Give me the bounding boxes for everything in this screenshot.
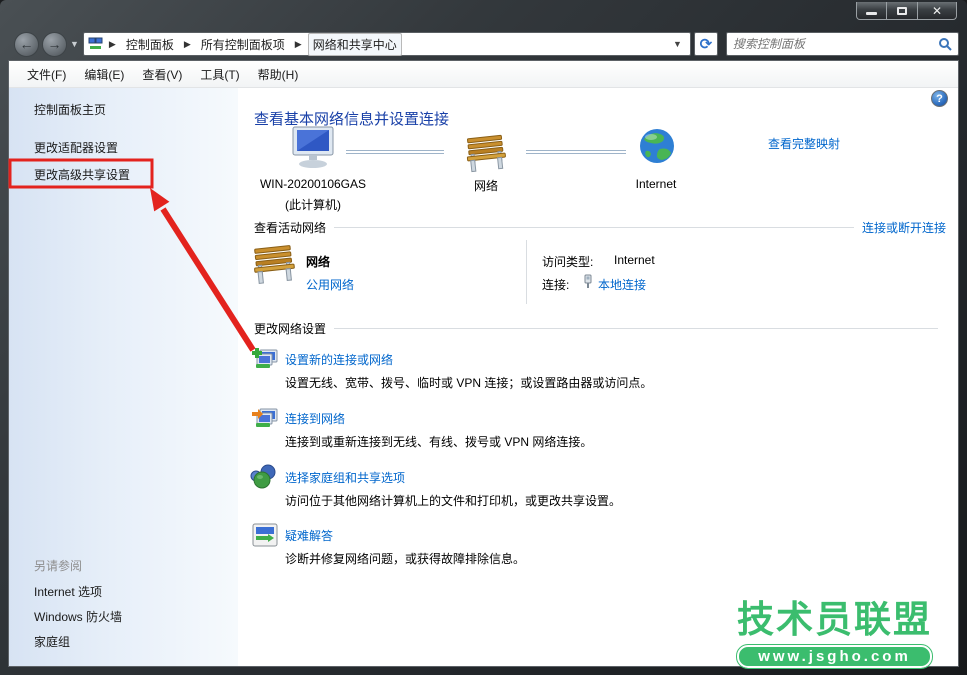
body-row: 控制面板主页 更改适配器设置 更改高级共享设置 另请参阅 Internet 选项… (9, 88, 958, 666)
connect-to-network-desc: 连接到或重新连接到无线、有线、拨号或 VPN 网络连接。 (285, 433, 592, 450)
main-content: 查看基本网络信息并设置连接 ? WIN-20200106GAS (此计算机) (238, 88, 958, 666)
navigation-bar: ← → ▼ ▶ 控制面板 ▶ 所有控制面板项 ▶ 网络和共享中心 ▼ ⟳ (8, 28, 959, 60)
refresh-button[interactable]: ⟳ (694, 32, 718, 56)
sidebar-see-also-heading: 另请参阅 (34, 557, 82, 574)
section-rule (334, 227, 854, 228)
menu-file[interactable]: 文件(F) (18, 62, 75, 87)
menu-view[interactable]: 查看(V) (133, 62, 191, 87)
address-bar[interactable]: ▶ 控制面板 ▶ 所有控制面板项 ▶ 网络和共享中心 ▼ (83, 32, 691, 56)
breadcrumb-network-sharing-center[interactable]: 网络和共享中心 (308, 33, 402, 56)
sidebar: 控制面板主页 更改适配器设置 更改高级共享设置 另请参阅 Internet 选项… (9, 88, 238, 666)
title-bar[interactable]: ✕ (0, 0, 967, 28)
homegroup-sharing-icon (249, 464, 277, 490)
search-box[interactable] (726, 32, 959, 56)
breadcrumb-chevron-icon: ▶ (178, 39, 197, 50)
section-rule (334, 328, 938, 329)
access-type-label: 访问类型: (542, 253, 593, 270)
computer-sub-label: (此计算机) (285, 196, 341, 213)
access-type-value: Internet (614, 253, 655, 267)
search-icon[interactable] (938, 37, 952, 51)
minimize-icon (866, 12, 877, 15)
homegroup-sharing-desc: 访问位于其他网络计算机上的文件和打印机，或更改共享设置。 (285, 492, 621, 509)
watermark: 技术员联盟 www.jsgho.com (737, 598, 932, 668)
sidebar-item-windows-firewall[interactable]: Windows 防火墙 (34, 608, 122, 625)
ethernet-connector-icon (583, 274, 593, 289)
connection-label: 连接: (542, 276, 569, 293)
internet-globe-icon[interactable] (638, 127, 676, 165)
close-icon: ✕ (932, 5, 942, 17)
maximize-button[interactable] (887, 2, 918, 20)
breadcrumb-all-items[interactable]: 所有控制面板项 (197, 34, 289, 55)
forward-button[interactable]: → (42, 32, 67, 57)
minimize-button[interactable] (856, 2, 887, 20)
search-input[interactable] (733, 37, 938, 51)
this-computer-icon[interactable] (287, 125, 341, 171)
troubleshoot-link[interactable]: 疑难解答 (285, 527, 333, 544)
breadcrumb-chevron-icon: ▶ (289, 39, 308, 50)
active-network-divider (526, 240, 527, 304)
connect-to-network-icon (251, 405, 279, 431)
menu-tools[interactable]: 工具(T) (191, 62, 248, 87)
help-button[interactable]: ? (931, 90, 948, 107)
connect-to-network-link[interactable]: 连接到网络 (285, 410, 345, 427)
computer-name-label: WIN-20200106GAS (260, 177, 366, 191)
view-full-map-link[interactable]: 查看完整映射 (768, 135, 840, 152)
connect-disconnect-link[interactable]: 连接或断开连接 (862, 219, 946, 236)
window-controls: ✕ (856, 2, 957, 20)
sidebar-item-change-adapter-settings[interactable]: 更改适配器设置 (34, 139, 118, 156)
network-bench-icon[interactable] (463, 133, 509, 173)
network-sharing-center-window: ✕ ← → ▼ ▶ 控制面板 ▶ 所有控制面板项 ▶ 网络和共享中心 ▼ ⟳ (0, 0, 967, 675)
internet-map-label: Internet (636, 177, 677, 191)
active-network-bench-icon (250, 243, 298, 285)
sidebar-item-control-panel-home[interactable]: 控制面板主页 (34, 101, 106, 118)
local-area-connection-link[interactable]: 本地连接 (598, 276, 646, 293)
active-networks-heading: 查看活动网络 (254, 219, 326, 236)
change-settings-heading: 更改网络设置 (254, 320, 326, 337)
sidebar-item-internet-options[interactable]: Internet 选项 (34, 583, 102, 600)
breadcrumb-control-panel[interactable]: 控制面板 (122, 34, 178, 55)
active-networks-header-row: 查看活动网络 连接或断开连接 (254, 219, 946, 236)
troubleshoot-icon (251, 522, 279, 548)
sidebar-item-change-advanced-sharing[interactable]: 更改高级共享设置 (34, 166, 130, 183)
maximize-icon (897, 7, 907, 15)
recent-pages-dropdown-icon[interactable]: ▼ (70, 39, 79, 49)
close-button[interactable]: ✕ (918, 2, 957, 20)
breadcrumb-chevron-icon: ▶ (103, 39, 122, 50)
menu-edit[interactable]: 编辑(E) (75, 62, 133, 87)
setup-new-connection-desc: 设置无线、宽带、拨号、临时或 VPN 连接；或设置路由器或访问点。 (285, 374, 652, 391)
map-connector-line (526, 150, 626, 154)
address-dropdown-icon[interactable]: ▼ (673, 39, 682, 49)
troubleshoot-desc: 诊断并修复网络问题，或获得故障排除信息。 (285, 550, 525, 567)
network-address-icon (88, 37, 103, 51)
change-settings-header-row: 更改网络设置 (254, 320, 946, 337)
setup-new-connection-link[interactable]: 设置新的连接或网络 (285, 351, 393, 368)
sidebar-item-homegroup[interactable]: 家庭组 (34, 633, 70, 650)
watermark-url: www.jsgho.com (737, 645, 932, 668)
network-map-label: 网络 (474, 177, 498, 194)
client-area: 文件(F) 编辑(E) 查看(V) 工具(T) 帮助(H) 控制面板主页 更改适… (8, 60, 959, 667)
menu-bar: 文件(F) 编辑(E) 查看(V) 工具(T) 帮助(H) (9, 61, 958, 88)
map-connector-line (346, 150, 444, 154)
menu-help[interactable]: 帮助(H) (249, 62, 308, 87)
active-network-name: 网络 (306, 253, 330, 270)
homegroup-sharing-link[interactable]: 选择家庭组和共享选项 (285, 469, 405, 486)
public-network-link[interactable]: 公用网络 (306, 276, 354, 293)
page-title: 查看基本网络信息并设置连接 (254, 108, 449, 129)
setup-new-connection-icon (251, 346, 279, 372)
back-button[interactable]: ← (14, 32, 39, 57)
watermark-title: 技术员联盟 (737, 598, 932, 642)
